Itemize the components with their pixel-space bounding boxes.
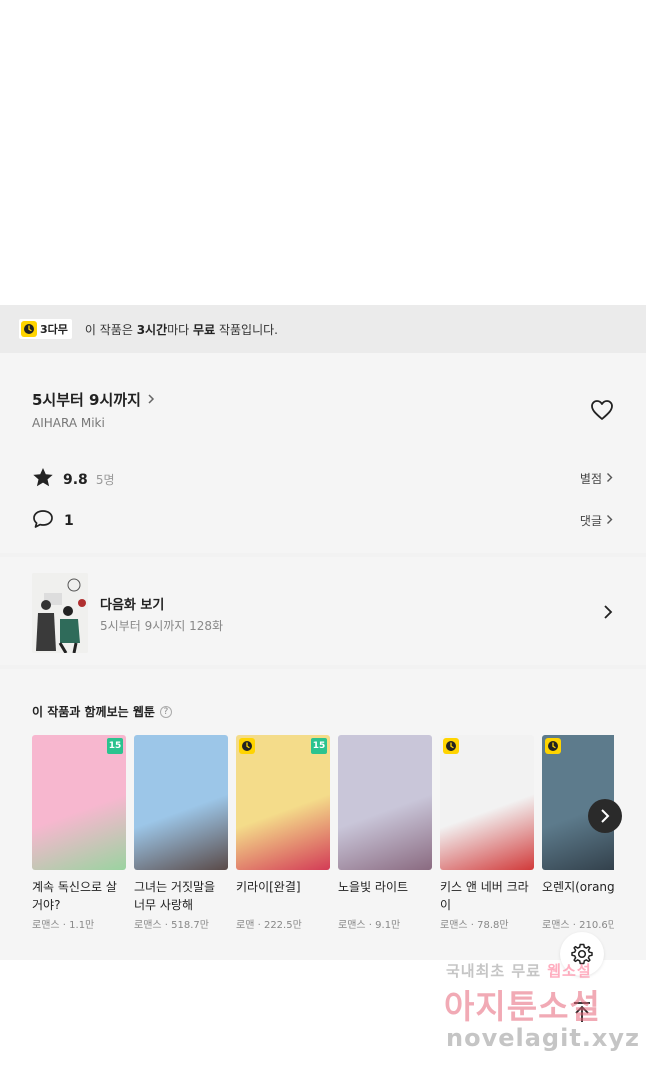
recommendations-title: 이 작품과 함께보는 웹툰 bbox=[32, 705, 155, 719]
recommendation-meta: 로맨스 · 210.6만 bbox=[542, 916, 614, 931]
recommendation-item[interactable]: 15 계속 독신으로 살 거야? 로맨스 · 1.1만 bbox=[32, 735, 126, 931]
separator-dot: · bbox=[59, 920, 70, 931]
comment-link[interactable]: 댓글 bbox=[580, 512, 613, 529]
next-episode-thumbnail bbox=[32, 573, 88, 653]
recommendation-thumbnail: 15 bbox=[236, 735, 330, 870]
recommendation-genre: 로맨스 bbox=[134, 920, 162, 931]
recommendation-title: 키라이[완결] bbox=[236, 880, 301, 894]
arrow-up-icon bbox=[574, 1002, 590, 1022]
clock-icon bbox=[239, 738, 255, 754]
separator-dot: · bbox=[569, 920, 580, 931]
watermark-line3: novelagit.xyz bbox=[446, 1024, 641, 1052]
wait-free-badge: 3다무 bbox=[19, 319, 72, 339]
clock-icon bbox=[545, 738, 561, 754]
recommendation-meta: 로맨스 · 1.1만 bbox=[32, 916, 126, 931]
recommendation-genre: 로맨스 bbox=[542, 920, 570, 931]
rating-count: 5명 bbox=[95, 473, 115, 487]
notice-text: 이 작품은 3시간마다 무료 작품입니다. bbox=[84, 322, 278, 337]
work-info-card: 5시부터 9시까지 AIHARA Miki 9.8 5명 별점 1 댓글 bbox=[0, 353, 646, 553]
chevron-right-icon bbox=[147, 390, 155, 409]
carousel-next-button[interactable] bbox=[588, 799, 622, 833]
comment-link-label: 댓글 bbox=[579, 514, 602, 528]
recommendation-views: 518.7만 bbox=[171, 920, 209, 931]
recommendations-header: 이 작품과 함께보는 웹툰 ? bbox=[32, 703, 172, 720]
recommendation-views: 9.1만 bbox=[375, 920, 401, 931]
chevron-right-icon bbox=[603, 604, 613, 624]
work-title-link[interactable]: 5시부터 9시까지 bbox=[32, 389, 155, 410]
recommendation-title: 노을빛 라이트 bbox=[338, 880, 409, 894]
rating-link[interactable]: 별점 bbox=[580, 470, 613, 487]
help-icon[interactable]: ? bbox=[159, 705, 172, 718]
heart-icon[interactable] bbox=[590, 399, 614, 425]
recommendation-item[interactable]: 15 키라이[완결] 로맨 · 222.5만 bbox=[236, 735, 330, 931]
next-episode-card[interactable]: 다음화 보기 5시부터 9시까지 128화 bbox=[0, 557, 646, 665]
comment-count: 1 bbox=[64, 513, 74, 529]
chevron-right-icon bbox=[601, 809, 610, 823]
recommendation-meta: 로맨스 · 518.7만 bbox=[134, 916, 228, 931]
top-blank-area bbox=[0, 0, 646, 305]
recommendation-item[interactable]: 그녀는 거짓말을 너무 사랑해로맨스 · 518.7만 bbox=[134, 735, 228, 931]
recommendation-meta: 로맨 · 222.5만 bbox=[236, 916, 330, 931]
settings-button[interactable] bbox=[560, 932, 604, 976]
recommendation-thumbnail bbox=[134, 735, 228, 870]
comment-row: 1 bbox=[32, 509, 74, 533]
chevron-right-icon bbox=[606, 472, 613, 486]
recommendation-meta: 로맨스 · 9.1만 bbox=[338, 916, 432, 931]
recommendation-item[interactable]: 노을빛 라이트로맨스 · 9.1만 bbox=[338, 735, 432, 931]
recommendation-title: 그녀는 거짓말을 너무 사랑해 bbox=[134, 880, 216, 912]
recommendations-section: 이 작품과 함께보는 웹툰 ? 15 계속 독신으로 살 거야? 로맨스 · 1.1… bbox=[0, 669, 646, 960]
recommendation-thumbnail bbox=[338, 735, 432, 870]
rating-row: 9.8 5명 bbox=[32, 467, 115, 492]
recommendation-views: 222.5만 bbox=[263, 920, 302, 931]
recommendation-title: 계속 독신으로 살 거야? bbox=[32, 880, 117, 912]
next-episode-subtitle: 5시부터 9시까지 128화 bbox=[100, 619, 224, 633]
recommendation-meta: 로맨스 · 78.8만 bbox=[440, 916, 534, 931]
scroll-top-button[interactable] bbox=[560, 990, 604, 1034]
badge-label: 3다무 bbox=[40, 323, 68, 336]
recommendation-genre: 로맨스 bbox=[32, 920, 60, 931]
author-name: AIHARA Miki bbox=[32, 416, 105, 430]
recommendation-thumbnail bbox=[440, 735, 534, 870]
recommendations-list: 15 계속 독신으로 살 거야? 로맨스 · 1.1만 그녀는 거짓말을 너무 사랑해… bbox=[32, 735, 614, 931]
age-rating-badge: 15 bbox=[311, 738, 327, 754]
comment-icon bbox=[32, 509, 54, 533]
recommendation-views: 1.1만 bbox=[69, 920, 95, 931]
chevron-right-icon bbox=[606, 514, 613, 528]
recommendation-views: 210.6만 bbox=[579, 920, 614, 931]
recommendation-title: 키스 앤 네버 크라이 bbox=[440, 880, 529, 912]
separator-dot: · bbox=[254, 920, 264, 931]
separator-dot: · bbox=[161, 920, 172, 931]
rating-value: 9.8 bbox=[63, 471, 88, 488]
recommendation-item[interactable]: 오렌지(orange) 로맨스 · 210.6만 bbox=[542, 735, 614, 931]
clock-icon bbox=[21, 321, 37, 337]
rating-link-label: 별점 bbox=[579, 472, 602, 486]
recommendation-genre: 로맨스 bbox=[440, 920, 468, 931]
separator-dot: · bbox=[365, 920, 376, 931]
age-rating-badge: 15 bbox=[107, 738, 123, 754]
recommendation-views: 78.8만 bbox=[477, 920, 509, 931]
star-icon bbox=[32, 467, 54, 492]
separator-dot: · bbox=[467, 920, 478, 931]
recommendation-item[interactable]: 키스 앤 네버 크라이로맨스 · 78.8만 bbox=[440, 735, 534, 931]
free-notice-bar: 3다무 이 작품은 3시간마다 무료 작품입니다. bbox=[0, 305, 646, 353]
recommendation-thumbnail: 15 bbox=[32, 735, 126, 870]
work-title: 5시부터 9시까지 bbox=[32, 391, 141, 409]
clock-icon bbox=[443, 738, 459, 754]
recommendation-genre: 로맨스 bbox=[338, 920, 366, 931]
gear-icon bbox=[571, 943, 593, 965]
recommendation-title: 오렌지(orange) bbox=[542, 880, 614, 894]
recommendation-genre: 로맨 bbox=[236, 920, 255, 931]
next-episode-title: 다음화 보기 bbox=[100, 598, 165, 613]
